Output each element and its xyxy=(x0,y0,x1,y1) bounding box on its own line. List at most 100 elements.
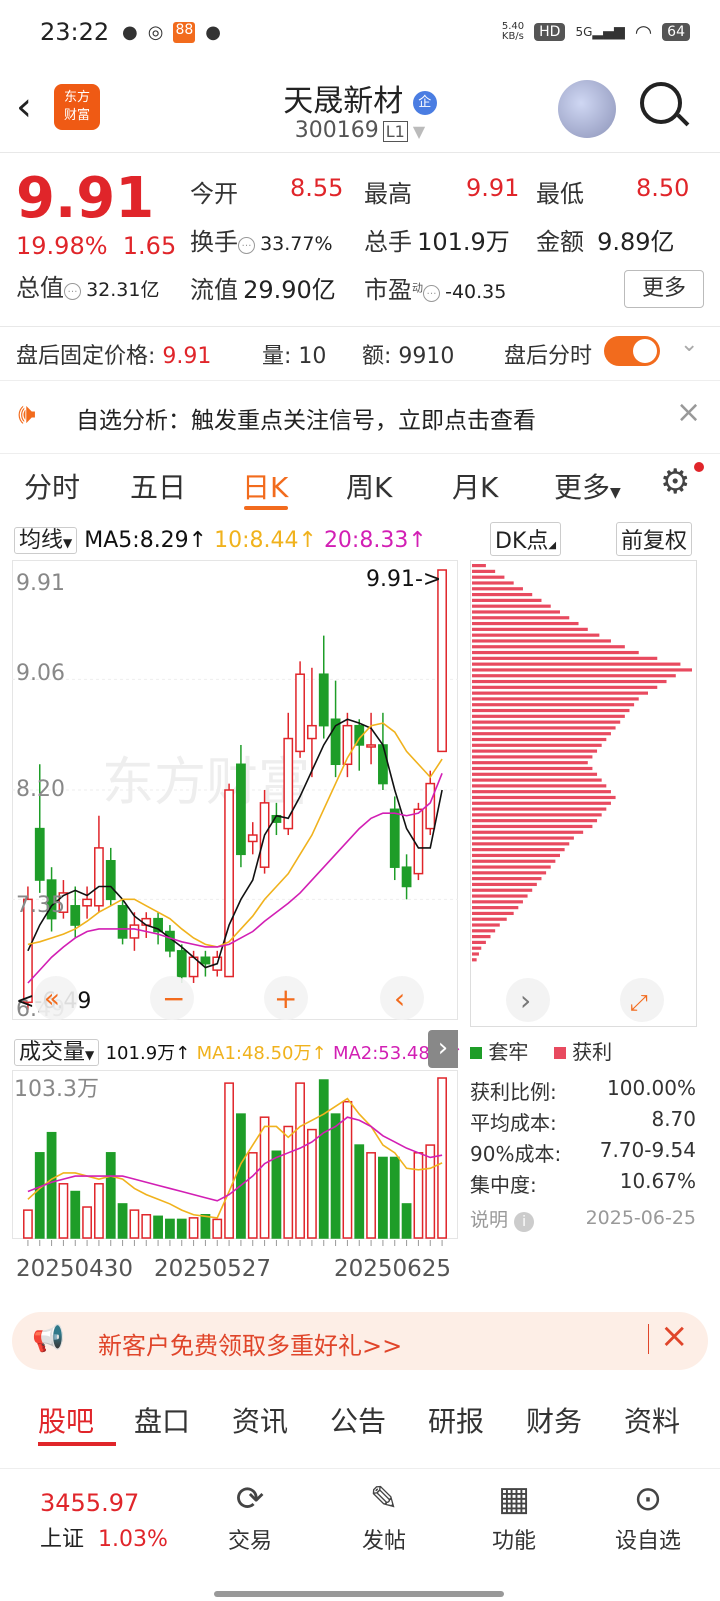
tab-five-day[interactable]: 五日 xyxy=(130,466,186,506)
tab-profile[interactable]: 资料 xyxy=(624,1400,680,1440)
more-button[interactable]: 更多 xyxy=(624,270,704,308)
divider xyxy=(0,152,720,153)
index-widget[interactable]: 3455.97 上证 1.03% xyxy=(40,1489,168,1553)
tab-financials[interactable]: 财务 xyxy=(526,1400,582,1440)
battery-icon: 64 xyxy=(662,23,690,41)
amount: 金额 9.89亿 xyxy=(536,228,675,256)
chip-bar xyxy=(472,824,593,829)
volume-legend: 成交量▼ 101.9万↑ MA1:48.50万↑ MA2:53.48万↑ xyxy=(14,1034,463,1066)
nav-post[interactable]: ✎ 发帖 xyxy=(334,1479,434,1555)
chip-note[interactable]: 说明 i xyxy=(470,1205,535,1232)
low-value: 8.50 xyxy=(636,174,690,202)
close-icon[interactable]: × xyxy=(676,395,701,430)
candle xyxy=(117,905,128,939)
candle xyxy=(413,808,424,875)
chip-distribution-chart[interactable]: › ⤢ xyxy=(470,560,698,1028)
chip-bar xyxy=(472,761,588,765)
tab-weekly-k[interactable]: 周K xyxy=(346,466,392,506)
chip-bar xyxy=(472,871,547,875)
nav-trade[interactable]: ⟳ 交易 xyxy=(200,1479,300,1555)
info-icon[interactable]: … xyxy=(64,283,81,300)
chip-bar xyxy=(472,610,560,614)
y-tick-4: 7.35 xyxy=(16,893,65,918)
chip-bar xyxy=(472,691,648,695)
info-icon[interactable]: … xyxy=(423,285,440,302)
speaker-icon: 🕪 xyxy=(18,397,36,430)
yen-icon: ⟳ xyxy=(235,1479,265,1519)
tab-timeshare[interactable]: 分时 xyxy=(24,466,80,506)
volume-bar xyxy=(247,1152,258,1239)
settings-gear-icon[interactable]: ⚙ xyxy=(660,462,690,502)
chip-bar xyxy=(472,604,551,608)
level-badge: L1 xyxy=(382,121,408,142)
chip-bar xyxy=(472,795,616,800)
close-icon[interactable]: × xyxy=(660,1316,689,1356)
nav-functions-label: 功能 xyxy=(491,1529,536,1554)
volume-chart[interactable]: 103.3万 20250430 20250527 20250625 xyxy=(12,1070,458,1300)
hd-icon: HD xyxy=(534,23,566,41)
minus-icon: − xyxy=(162,982,185,1015)
float-cap: 流值 29.90亿 xyxy=(190,276,336,304)
tab-order-book[interactable]: 盘口 xyxy=(134,1400,190,1440)
chip-bar xyxy=(472,807,607,811)
chip-bar xyxy=(472,627,588,631)
volume-bar xyxy=(389,1156,400,1239)
tab-monthly-k[interactable]: 月K xyxy=(452,466,498,506)
stock-header: ‹ 东方 财富 天晟新材 企 300169 L1 ▼ xyxy=(0,64,720,154)
promo-banner[interactable]: 📢 新客户免费领取多重好礼>> × xyxy=(12,1312,708,1370)
chip-bar xyxy=(472,569,496,573)
chip-bar xyxy=(472,952,479,956)
high-label: 最高 xyxy=(364,180,412,208)
tab-guba[interactable]: 股吧 xyxy=(38,1400,94,1440)
index-value: 3455.97 xyxy=(40,1489,140,1517)
status-notification-icons: ● ◎ 88 ● xyxy=(122,22,221,43)
volume-select[interactable]: 成交量▼ xyxy=(14,1039,100,1066)
notice-bar[interactable]: 🕪 自选分析：触发重点关注信号，立即点击查看 × xyxy=(0,380,720,454)
chip-bar xyxy=(472,958,477,962)
volume-bar xyxy=(117,1203,128,1239)
turnover: 换手… 33.77% xyxy=(190,228,333,256)
search-icon[interactable] xyxy=(640,82,682,124)
volume-bar xyxy=(413,1152,424,1239)
chip-bar xyxy=(472,564,486,568)
info-icon[interactable]: … xyxy=(238,237,255,254)
volume-bar xyxy=(46,1131,57,1239)
tab-research[interactable]: 研报 xyxy=(428,1400,484,1440)
volume-bar xyxy=(425,1144,436,1239)
tab-announcements[interactable]: 公告 xyxy=(330,1400,386,1440)
expand-right-chevron-icon[interactable]: › xyxy=(428,1030,458,1068)
indicator-select[interactable]: 均线▼ xyxy=(14,527,78,554)
tab-news[interactable]: 资讯 xyxy=(232,1400,288,1440)
dk-point-select[interactable]: DK点◢ xyxy=(490,522,562,556)
candle xyxy=(82,898,92,907)
kline-chart[interactable]: 东方财富 9.91 9.06 8.20 7.35 6.49 9.91-> <-6… xyxy=(12,560,458,1020)
tab-daily-k[interactable]: 日K xyxy=(242,466,288,506)
volume-bar xyxy=(259,1116,270,1239)
bottom-nav: 3455.97 上证 1.03% ⟳ 交易 ✎ 发帖 ▦ 功能 ⊙ 设自选 xyxy=(0,1468,720,1601)
chip-legend: 套牢 获利 xyxy=(470,1036,612,1065)
chip-stat-row: 90%成本: 7.70-9.54 xyxy=(470,1138,696,1166)
volume-bar xyxy=(188,1217,199,1239)
chip-bar xyxy=(472,766,593,771)
candle xyxy=(295,673,305,753)
assistant-robot-icon[interactable] xyxy=(558,80,616,138)
chip-bar xyxy=(472,940,486,944)
nav-functions[interactable]: ▦ 功能 xyxy=(464,1479,564,1555)
candle xyxy=(389,808,400,868)
candle xyxy=(200,956,211,965)
candle xyxy=(105,860,116,901)
adjustment-select[interactable]: 前复权 xyxy=(616,522,693,556)
afterhours-toggle[interactable] xyxy=(604,336,660,366)
chip-bar xyxy=(472,923,500,927)
afterhours-volume: 量: 10 xyxy=(262,344,327,369)
wifi-icon: ◠ xyxy=(634,20,653,44)
chip-bar xyxy=(472,813,602,817)
chip-bar xyxy=(472,882,537,887)
chip-bar xyxy=(472,859,556,863)
chip-bar xyxy=(472,714,625,718)
nav-add-watchlist[interactable]: ⊙ 设自选 xyxy=(598,1479,698,1555)
chevron-down-icon[interactable]: ⌄ xyxy=(680,332,698,357)
tab-more[interactable]: 更多▼ xyxy=(554,466,621,506)
chip-bar xyxy=(472,656,658,660)
net-speed: 5.40 KB/s xyxy=(501,21,525,42)
